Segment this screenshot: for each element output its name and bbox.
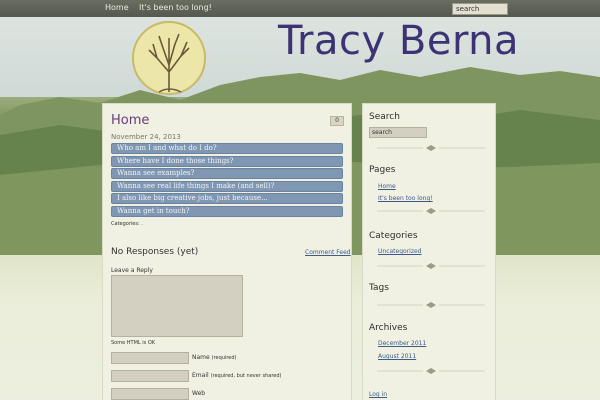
- sidebar-categories-heading: Categories: [369, 231, 418, 241]
- html-ok-note: Some HTML is OK: [111, 340, 156, 346]
- responses-heading: No Responses (yet): [111, 247, 199, 257]
- post-title[interactable]: Home: [111, 113, 149, 128]
- link-where-done[interactable]: Where have I done those things?: [111, 156, 343, 167]
- email-required-note: (required, but never shared): [210, 373, 282, 379]
- sidebar-search-heading: Search: [369, 112, 400, 122]
- sidebar-category-uncategorized[interactable]: Uncategorized: [378, 248, 421, 255]
- web-label-text: Web: [192, 390, 206, 397]
- email-label-text: Email: [192, 372, 209, 379]
- sidebar-archives-heading: Archives: [369, 323, 408, 333]
- leave-reply-heading: Leave a Reply: [111, 267, 153, 274]
- sidebar-tags-heading: Tags: [369, 283, 389, 293]
- email-field-label: Email (required, but never shared): [192, 372, 281, 379]
- sidebar-divider-icon: [377, 263, 485, 269]
- link-examples[interactable]: Wanna see examples?: [111, 168, 343, 179]
- sidebar-page-too-long[interactable]: It's been too long!: [378, 195, 433, 202]
- top-search-input[interactable]: [452, 3, 508, 15]
- sidebar-pages-heading: Pages: [369, 165, 396, 175]
- comment-count-badge[interactable]: 0: [330, 116, 344, 126]
- topnav-home-link[interactable]: Home: [105, 3, 129, 12]
- top-navigation-bar: Home It's been too long!: [0, 0, 600, 17]
- comment-textarea[interactable]: [111, 275, 243, 337]
- link-big-creative-jobs[interactable]: I also like big creative jobs, just beca…: [111, 193, 343, 204]
- sidebar-archive-august-2011[interactable]: August 2011: [378, 353, 416, 360]
- web-field-label: Web: [192, 390, 205, 397]
- name-label-text: Name: [192, 354, 210, 361]
- content-column: Home 0 November 24, 2013 Who am I and wh…: [102, 103, 352, 400]
- link-real-life-things[interactable]: Wanna see real life things I make (and s…: [111, 181, 343, 192]
- sidebar-divider-icon: [377, 368, 485, 374]
- sidebar: Search Pages Home It's been too long! Ca…: [362, 103, 496, 400]
- link-who-am-i[interactable]: Who am I and what do I do?: [111, 143, 343, 154]
- tree-sun-icon: [132, 21, 206, 95]
- sidebar-divider-icon: [377, 145, 485, 151]
- sidebar-divider-icon: [377, 208, 485, 214]
- topnav-too-long-link[interactable]: It's been too long!: [139, 3, 212, 12]
- sidebar-divider-icon: [377, 302, 485, 308]
- comment-feed-link[interactable]: Comment Feed: [305, 249, 351, 256]
- sidebar-search-input[interactable]: [369, 127, 427, 138]
- post-categories: Categories: .: [111, 221, 143, 227]
- post-date: November 24, 2013: [111, 133, 181, 141]
- email-field[interactable]: [111, 370, 189, 382]
- web-field[interactable]: [111, 388, 189, 400]
- sidebar-archive-december-2011[interactable]: December 2011: [378, 340, 426, 347]
- login-link[interactable]: Log in: [369, 391, 387, 398]
- site-title[interactable]: Tracy Berna: [278, 18, 519, 64]
- sidebar-page-home[interactable]: Home: [378, 183, 396, 190]
- name-required-note: (required): [211, 355, 237, 361]
- name-field[interactable]: [111, 352, 189, 364]
- name-field-label: Name (required): [192, 354, 236, 361]
- link-get-in-touch[interactable]: Wanna get in touch?: [111, 206, 343, 217]
